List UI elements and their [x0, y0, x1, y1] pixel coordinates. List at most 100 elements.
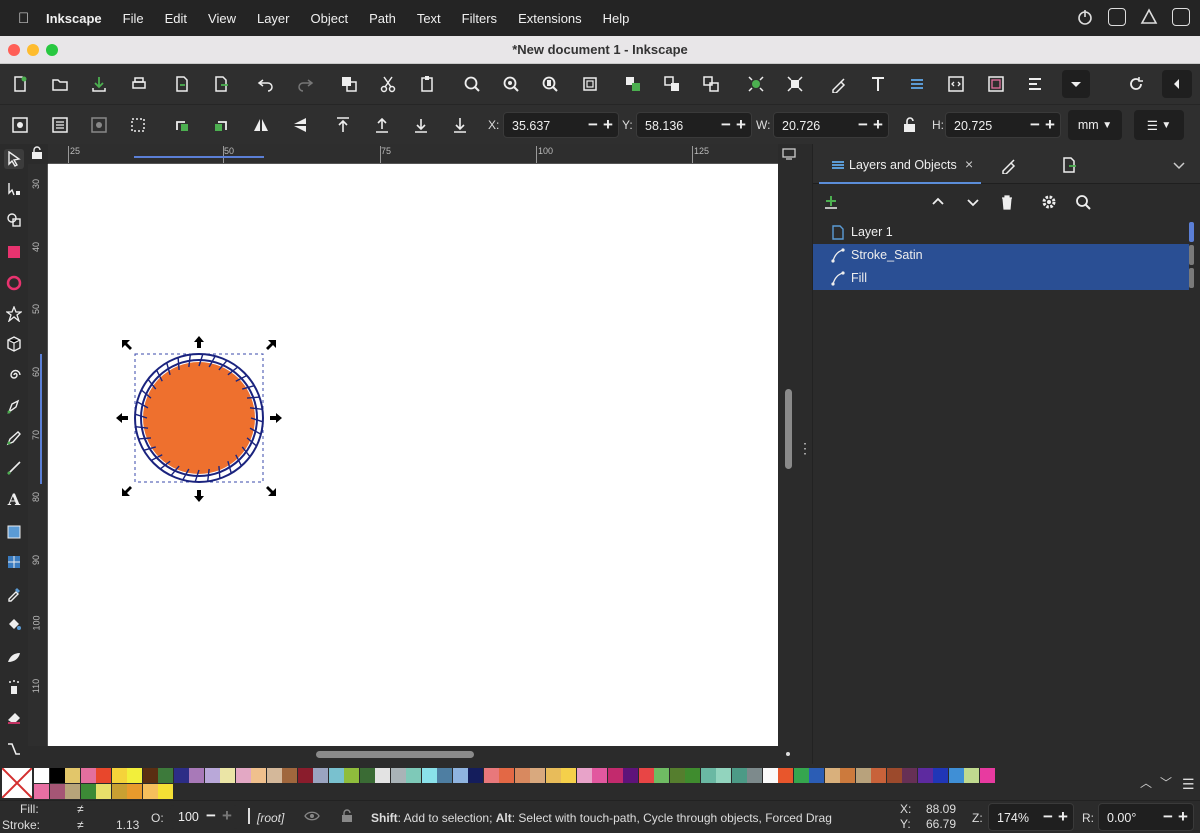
opacity-decrement[interactable]: − — [206, 806, 216, 826]
export-icon[interactable] — [211, 74, 231, 94]
3d-box-tool-icon[interactable] — [4, 334, 24, 354]
palette-swatch[interactable] — [824, 768, 840, 783]
palette-swatch[interactable] — [793, 768, 809, 783]
menu-app-name[interactable]: Inkscape — [46, 11, 102, 26]
palette-swatch[interactable] — [80, 784, 96, 799]
palette-down-chevron-icon[interactable]: ﹀ — [1160, 774, 1172, 791]
lock-icon[interactable] — [339, 808, 355, 827]
height-field[interactable]: 20.725 − + — [945, 112, 1061, 138]
text-font-icon[interactable] — [868, 74, 888, 94]
rotate-ccw-icon[interactable] — [172, 115, 192, 135]
palette-swatch[interactable] — [111, 768, 127, 783]
status-sidebar-icon[interactable] — [1172, 8, 1190, 26]
h-decrement[interactable]: − — [1030, 115, 1040, 135]
palette-swatch[interactable] — [809, 768, 824, 783]
palette-swatch[interactable] — [158, 768, 173, 783]
align-distribute-icon[interactable] — [1025, 74, 1045, 94]
palette-swatch[interactable] — [902, 768, 917, 783]
drawing-canvas[interactable] — [48, 164, 778, 746]
layer-row-layer-1[interactable]: Layer 1 — [813, 221, 1189, 244]
apple-icon[interactable]:  — [18, 10, 46, 27]
palette-swatch[interactable] — [561, 768, 576, 783]
palette-swatch[interactable] — [111, 784, 127, 799]
tab-layers-and-objects[interactable]: Layers and Objects × — [819, 144, 981, 184]
touch-select-icon[interactable] — [128, 115, 148, 135]
menu-text[interactable]: Text — [417, 11, 441, 26]
palette-swatch[interactable] — [933, 768, 948, 783]
horizontal-ruler[interactable]: 25 50 75 100 125 — [48, 144, 778, 164]
palette-swatch[interactable] — [530, 768, 545, 783]
palette-swatch[interactable] — [328, 768, 344, 783]
paint-bucket-icon[interactable] — [4, 614, 24, 634]
palette-swatch[interactable] — [65, 784, 80, 799]
palette-swatch[interactable] — [375, 768, 390, 783]
palette-swatch[interactable] — [716, 768, 731, 783]
ellipse-tool-icon[interactable] — [4, 273, 24, 293]
palette-swatch[interactable] — [282, 768, 297, 783]
palette-swatch[interactable] — [65, 768, 80, 783]
menu-help[interactable]: Help — [603, 11, 630, 26]
new-document-icon[interactable] — [10, 74, 30, 94]
flip-vertical-icon[interactable] — [290, 115, 310, 135]
gradient-tool-icon[interactable] — [4, 522, 24, 542]
stroke-indicator[interactable]: ≠ — [77, 818, 84, 832]
layers-panel-icon[interactable] — [907, 74, 927, 94]
palette-swatch[interactable] — [917, 768, 933, 783]
zoom-fit-icon[interactable] — [580, 74, 600, 94]
palette-swatch[interactable] — [762, 768, 778, 783]
palette-swatch[interactable] — [34, 784, 49, 799]
palette-swatch[interactable] — [685, 768, 700, 783]
palette-swatch[interactable] — [297, 768, 313, 783]
deselect-icon[interactable] — [89, 115, 109, 135]
raise-icon[interactable] — [372, 115, 392, 135]
palette-swatch[interactable] — [638, 768, 654, 783]
unit-select[interactable]: mm ▼ — [1068, 110, 1122, 140]
menu-view[interactable]: View — [208, 11, 236, 26]
tab-export-icon[interactable] — [1059, 155, 1079, 175]
palette-swatch[interactable] — [452, 768, 468, 783]
palette-swatch[interactable] — [886, 768, 902, 783]
palette-swatch[interactable] — [623, 768, 638, 783]
opacity-field[interactable]: 100 − + — [170, 805, 238, 829]
palette-swatch[interactable] — [731, 768, 747, 783]
palette-menu-icon[interactable]: ☰ — [1182, 776, 1195, 793]
horizontal-scrollbar[interactable] — [48, 746, 778, 764]
palette-swatch[interactable] — [855, 768, 871, 783]
tab-fill-stroke-icon[interactable] — [999, 155, 1019, 175]
palette-swatch[interactable] — [96, 784, 111, 799]
menu-filters[interactable]: Filters — [462, 11, 497, 26]
palette-swatch[interactable] — [49, 784, 65, 799]
xml-editor-icon[interactable] — [946, 74, 966, 94]
opacity-increment[interactable]: + — [222, 806, 232, 826]
y-increment[interactable]: + — [736, 115, 746, 135]
width-field[interactable]: 20.726 − + — [773, 112, 889, 138]
zoom-field[interactable]: 174% − + — [988, 803, 1074, 831]
panel-splitter-handle[interactable]: ⋮ — [798, 441, 812, 460]
rotate-canvas-icon[interactable] — [1126, 74, 1146, 94]
palette-swatch[interactable] — [266, 768, 282, 783]
rectangle-tool-icon[interactable] — [4, 242, 24, 262]
menu-object[interactable]: Object — [311, 11, 349, 26]
add-layer-icon[interactable] — [821, 192, 841, 212]
palette-swatch[interactable] — [948, 768, 964, 783]
status-drive-icon[interactable] — [1140, 8, 1158, 26]
menu-edit[interactable]: Edit — [165, 11, 187, 26]
dropper-tool-icon[interactable] — [4, 584, 24, 604]
ungroup-icon[interactable] — [662, 74, 682, 94]
palette-swatch[interactable] — [468, 768, 483, 783]
menu-file[interactable]: File — [123, 11, 144, 26]
lower-icon[interactable] — [411, 115, 431, 135]
palette-swatch[interactable] — [592, 768, 607, 783]
lock-ratio-icon[interactable] — [900, 115, 920, 135]
more-commands-button[interactable] — [1062, 70, 1090, 98]
eye-icon[interactable] — [304, 808, 320, 827]
fill-indicator[interactable]: ≠ — [77, 802, 84, 816]
vertical-scrollbar[interactable]: ⋮ — [778, 164, 812, 746]
tweak-tool-icon[interactable] — [4, 647, 24, 667]
node-snap-icon[interactable] — [746, 74, 766, 94]
x-field[interactable]: 35.637 − + — [503, 112, 619, 138]
copy-icon[interactable] — [339, 74, 359, 94]
palette-swatch[interactable] — [235, 768, 251, 783]
display-mode-icon[interactable] — [782, 148, 796, 160]
palette-swatch[interactable] — [747, 768, 762, 783]
